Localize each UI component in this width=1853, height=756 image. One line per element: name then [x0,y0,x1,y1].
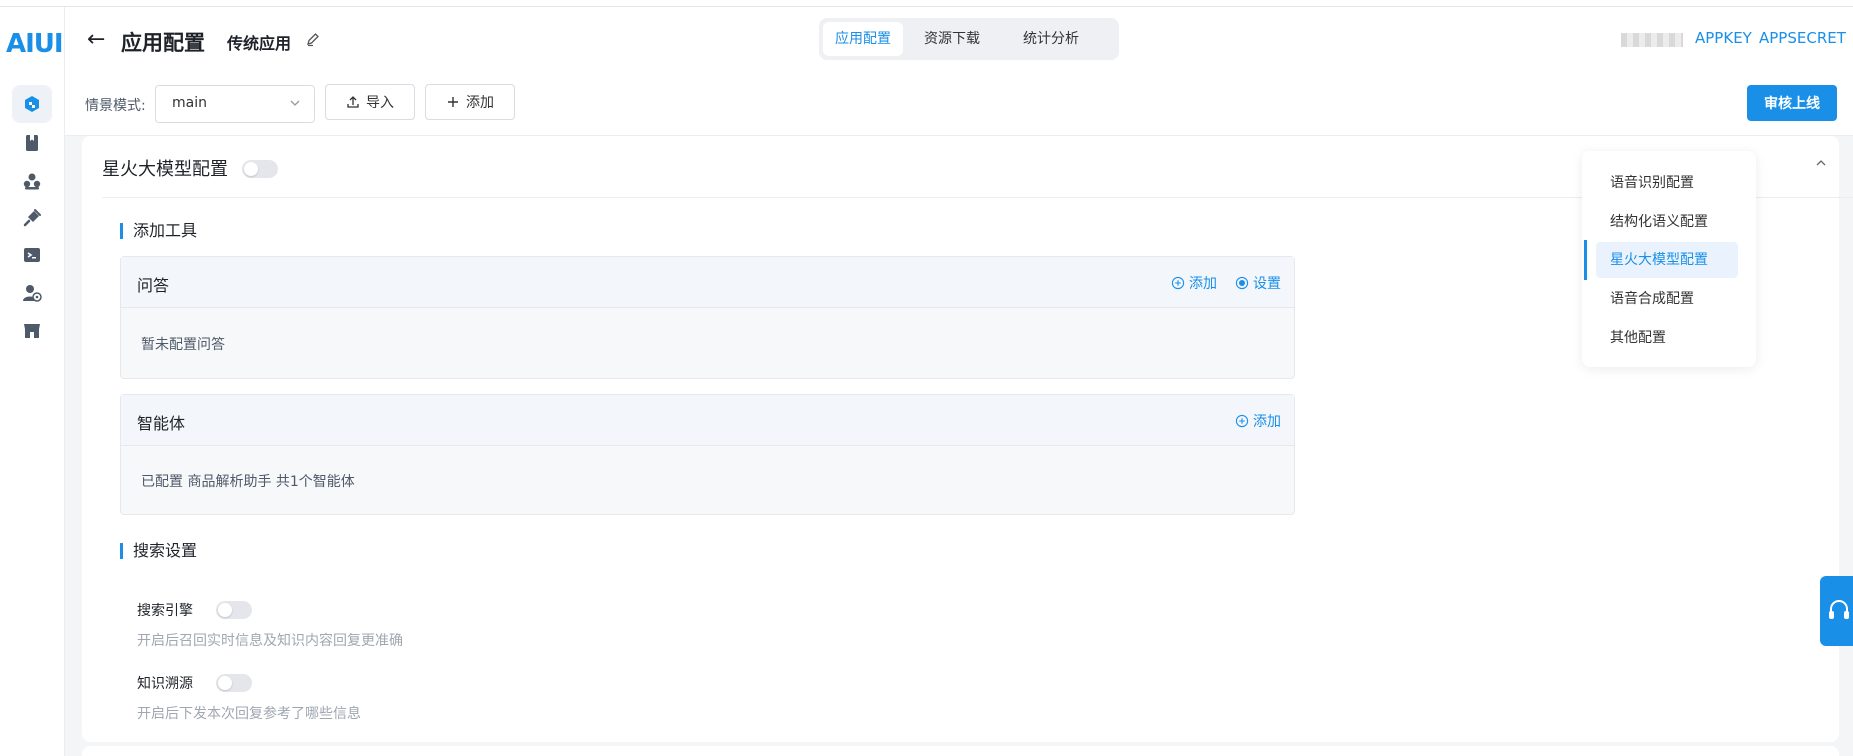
card-title: 星火大模型配置 [102,159,228,180]
customer-service-button[interactable] [1820,576,1853,646]
tab-resource-download[interactable]: 资源下载 [907,22,997,56]
top-tabs: 应用配置 资源下载 统计分析 [819,18,1119,60]
spark-llm-toggle[interactable] [242,160,278,178]
masked-app-id [1621,33,1683,47]
rail-item-store[interactable] [12,311,52,349]
qa-panel-header: 问答 添加 设置 [121,257,1294,308]
knowledge-trace-label: 知识溯源 [137,676,193,692]
store-icon [24,324,40,338]
publish-review-button[interactable]: 审核上线 [1747,85,1837,121]
scene-mode-value: main [172,95,207,111]
anchor-item-nlu[interactable]: 结构化语义配置 [1596,204,1738,240]
section-title-search: 搜索设置 [120,543,197,559]
import-label: 导入 [366,95,394,111]
chevron-down-icon [290,100,300,106]
edit-pencil-icon[interactable] [305,31,321,47]
rail-item-account[interactable] [12,274,52,312]
config-anchor-nav: 语音识别配置 结构化语义配置 星火大模型配置 语音合成配置 其他配置 [1582,151,1756,367]
qa-panel-title: 问答 [137,276,170,295]
rail-item-plugins[interactable] [12,199,52,237]
tab-app-config[interactable]: 应用配置 [823,22,903,56]
terminal-icon [24,248,40,262]
app-name: 传统应用 [227,34,292,53]
plus-circle-icon [1171,276,1185,290]
app-cube-icon [25,96,39,112]
next-card-edge [82,746,1839,756]
spark-llm-config-card: 星火大模型配置 添加工具 问答 添加 设置 暂未配置问答 智能体 添加 已配置 … [82,136,1853,742]
section-title-tools: 添加工具 [120,223,197,239]
headset-icon [1829,600,1849,619]
plus-circle-icon [1235,414,1249,428]
cluster-nodes-icon [23,173,41,190]
search-engine-toggle[interactable] [216,601,252,619]
agent-panel: 智能体 添加 已配置 商品解析助手 共1个智能体 [120,394,1295,515]
page-header: ← 应用配置 传统应用 应用配置 资源下载 统计分析 APPKEY APPSEC… [65,7,1853,75]
top-border [0,0,1853,7]
add-scene-button[interactable]: 添加 [425,84,515,120]
knowledge-trace-toggle[interactable] [216,674,252,692]
anchor-item-tts[interactable]: 语音合成配置 [1596,281,1738,317]
knowledge-trace-desc: 开启后下发本次回复参考了哪些信息 [137,706,361,722]
upload-icon [347,96,359,108]
page-title: 应用配置 [121,31,205,55]
search-engine-label: 搜索引擎 [137,603,193,619]
anchor-item-other[interactable]: 其他配置 [1596,320,1738,356]
arrow-left-icon[interactable]: ← [87,27,105,52]
qa-panel-body: 暂未配置问答 [141,337,225,353]
agent-panel-title: 智能体 [137,414,186,433]
appsecret-link[interactable]: APPSECRET [1759,29,1846,47]
bookmark-book-icon [26,135,38,151]
qa-add-button[interactable]: 添加 [1171,273,1217,293]
tab-statistics[interactable]: 统计分析 [1001,22,1101,56]
add-label: 添加 [466,95,494,111]
rail-item-docs[interactable] [12,124,52,162]
anchor-item-spark-llm[interactable]: 星火大模型配置 [1596,242,1738,278]
rail-item-console[interactable] [12,236,52,274]
toolbar: 情景模式: main 导入 添加 审核上线 [65,75,1853,136]
plus-icon [448,97,458,107]
appkey-link[interactable]: APPKEY [1695,29,1752,47]
rail-item-app[interactable] [12,85,52,123]
import-button[interactable]: 导入 [325,84,415,120]
agent-panel-body: 已配置 商品解析助手 共1个智能体 [141,474,355,490]
rail-item-cluster[interactable] [12,162,52,200]
search-engine-desc: 开启后召回实时信息及知识内容回复更准确 [137,633,403,649]
left-nav-rail: AIUI [0,7,65,756]
scene-mode-select[interactable]: main [155,85,315,123]
anchor-active-indicator [1584,240,1587,280]
plug-icon [23,209,41,227]
agent-panel-header: 智能体 添加 [121,395,1294,446]
agent-add-button[interactable]: 添加 [1235,411,1281,431]
anchor-item-asr[interactable]: 语音识别配置 [1596,165,1738,201]
chevron-up-icon[interactable] [1814,156,1828,170]
agent-add-label: 添加 [1253,414,1281,430]
qa-panel: 问答 添加 设置 暂未配置问答 [120,256,1295,379]
user-settings-icon [23,285,42,302]
qa-settings-button[interactable]: 设置 [1235,273,1281,293]
settings-radio-icon [1235,276,1249,290]
scene-mode-label: 情景模式: [85,98,146,114]
qa-settings-label: 设置 [1253,276,1281,292]
qa-add-label: 添加 [1189,276,1217,292]
aiui-logo[interactable]: AIUI [6,29,64,59]
